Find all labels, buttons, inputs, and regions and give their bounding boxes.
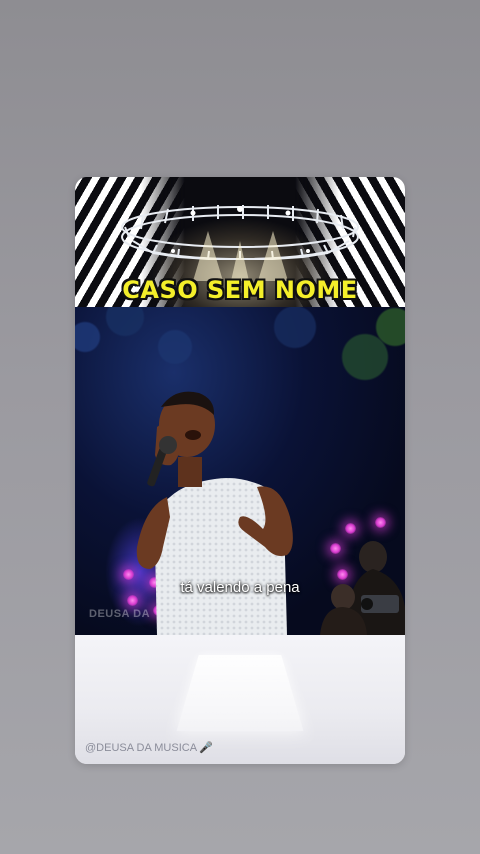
microphone-icon: 🎤: [199, 742, 213, 754]
lyric-caption: tá valendo a pena: [180, 579, 300, 596]
banner-title: CASO SEM NOME: [122, 276, 358, 304]
video-watermark: DEUSA DA: [89, 608, 151, 620]
lighting-truss-icon: [121, 205, 359, 281]
story-card[interactable]: CASO SEM NOME DEUSA DA tá valendo a pena…: [75, 177, 405, 764]
credit-text: @DEUSA DA MUSICA: [85, 742, 198, 754]
floor-light-stripe: [176, 655, 304, 731]
credit-handle[interactable]: @DEUSA DA MUSICA 🎤: [85, 741, 213, 754]
video-frame[interactable]: DEUSA DA tá valendo a pena: [75, 307, 405, 635]
song-title-banner: CASO SEM NOME: [75, 177, 405, 307]
